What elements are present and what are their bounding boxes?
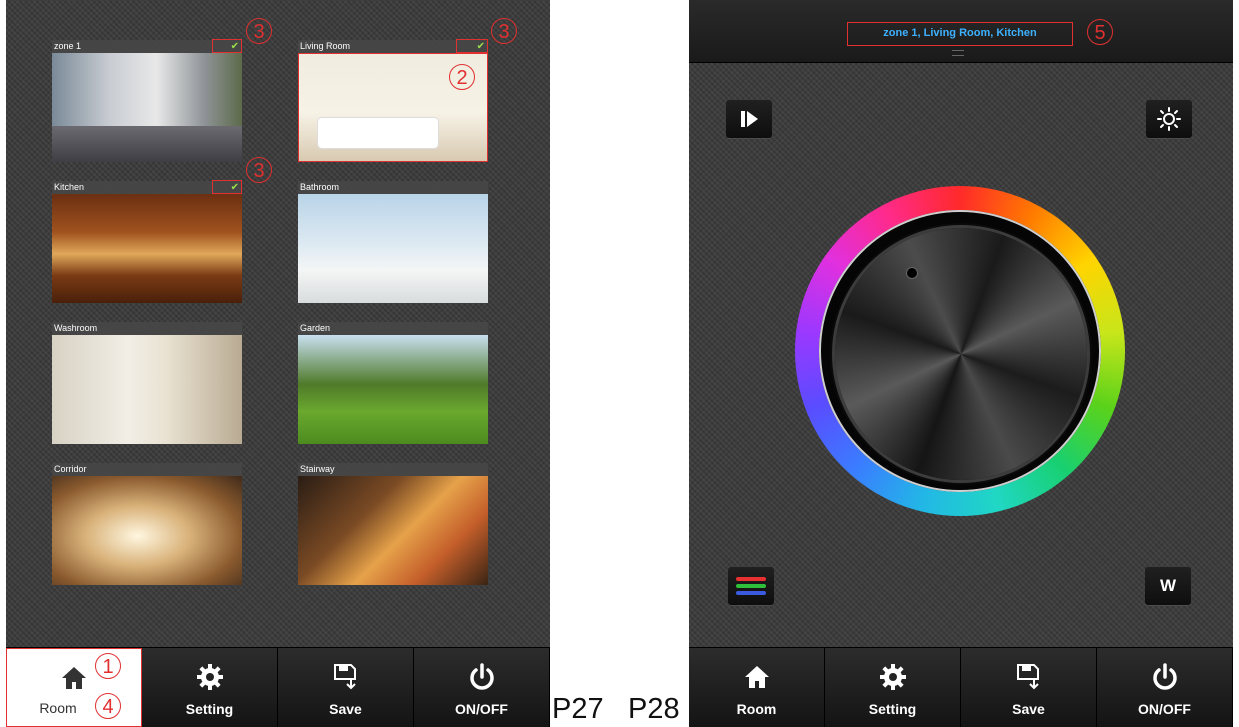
- color-knob[interactable]: [819, 210, 1101, 492]
- page-label-p28: P28: [628, 693, 680, 725]
- page-label-p27: P27: [552, 693, 604, 725]
- play-pause-button[interactable]: [726, 100, 772, 138]
- rgb-bars-icon: [736, 577, 766, 595]
- annotation-marker-4: 4: [95, 693, 121, 719]
- room-tile-stairway[interactable]: Stairway: [298, 463, 488, 585]
- white-button-label: W: [1159, 576, 1177, 595]
- gear-icon: [196, 664, 223, 690]
- tab-label: Setting: [185, 701, 234, 717]
- zone-header: zone 1, Living Room, Kitchen 5: [689, 0, 1233, 63]
- home-icon: [744, 666, 769, 688]
- tab-label: Setting: [868, 701, 917, 717]
- room-tile-title: Washroom: [52, 322, 242, 335]
- room-tile-washroom[interactable]: Washroom: [52, 322, 242, 444]
- brightness-button[interactable]: [1146, 100, 1192, 138]
- tab-room[interactable]: Room: [689, 648, 825, 727]
- knob-indicator-dot: [907, 268, 917, 278]
- status-bar: [6, 0, 550, 14]
- tab-label: ON/OFF: [455, 701, 508, 717]
- annotation-marker-3: 3: [491, 18, 517, 44]
- annotation-marker-3: 3: [246, 157, 272, 183]
- room-tile-title: Bathroom: [298, 181, 488, 194]
- room-photo: [298, 476, 488, 585]
- room-tile-title: Corridor: [52, 463, 242, 476]
- tab-room[interactable]: Room 1 4: [6, 648, 142, 727]
- play-pause-icon: [741, 111, 758, 127]
- tab-on-off[interactable]: ON/OFF: [414, 648, 550, 727]
- annotation-box: [456, 39, 488, 53]
- tab-label: Save: [1012, 701, 1045, 717]
- gear-icon: [879, 664, 906, 690]
- drag-handle-icon[interactable]: [952, 50, 964, 56]
- room-tile-bathroom[interactable]: Bathroom: [298, 181, 488, 303]
- white-button[interactable]: W: [1145, 567, 1191, 605]
- annotation-marker-5: 5: [1087, 19, 1113, 45]
- room-tile-kitchen[interactable]: Kitchen ✔: [52, 181, 242, 303]
- tab-save[interactable]: Save: [278, 648, 414, 727]
- tab-setting[interactable]: Setting: [142, 648, 278, 727]
- room-photo: [52, 194, 242, 303]
- save-icon: [333, 664, 356, 690]
- room-selection-screen: zone 1 ✔ Living Room ✔ Kitchen ✔ Bathroo…: [6, 0, 550, 727]
- tab-bar: Room Setting Save ON/OFF: [689, 647, 1233, 727]
- selected-zones-label[interactable]: zone 1, Living Room, Kitchen: [847, 22, 1073, 46]
- annotation-marker-3: 3: [246, 18, 272, 44]
- room-photo: [298, 194, 488, 303]
- tab-save[interactable]: Save: [961, 648, 1097, 727]
- room-photo: [52, 53, 242, 162]
- tab-setting[interactable]: Setting: [825, 648, 961, 727]
- brightness-icon: [1157, 107, 1181, 131]
- home-icon: [62, 667, 86, 689]
- color-control-screen: zone 1, Living Room, Kitchen 5 W Room Se…: [689, 0, 1233, 727]
- room-photo: [298, 335, 488, 444]
- room-tile-title: Garden: [298, 322, 488, 335]
- save-icon: [1016, 664, 1039, 690]
- power-icon: [469, 663, 494, 690]
- tab-on-off[interactable]: ON/OFF: [1097, 648, 1233, 727]
- annotation-marker-2: 2: [449, 64, 475, 90]
- tab-label: Room: [736, 701, 777, 717]
- rgb-button[interactable]: [728, 567, 774, 605]
- room-tile-corridor[interactable]: Corridor: [52, 463, 242, 585]
- room-tile-garden[interactable]: Garden: [298, 322, 488, 444]
- room-photo: [52, 476, 242, 585]
- room-tile-zone-1[interactable]: zone 1 ✔: [52, 40, 242, 162]
- power-icon: [1152, 663, 1177, 690]
- knob-face: [835, 228, 1087, 480]
- tab-bar: Room 1 4 Setting Save ON/OFF: [6, 647, 550, 727]
- annotation-marker-1: 1: [95, 653, 121, 679]
- annotation-box: [212, 39, 242, 53]
- room-photo: [52, 335, 242, 444]
- tab-label: Save: [329, 701, 362, 717]
- room-tile-title: Stairway: [298, 463, 488, 476]
- annotation-box: [212, 180, 242, 194]
- tab-label: ON/OFF: [1138, 701, 1191, 717]
